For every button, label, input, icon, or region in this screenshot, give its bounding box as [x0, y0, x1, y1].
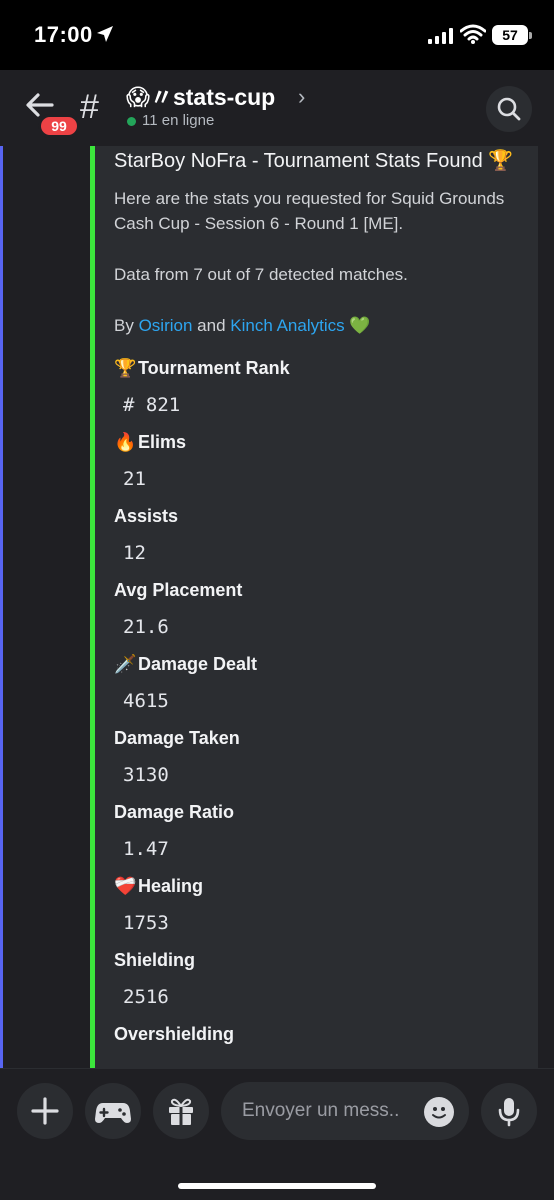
search-button[interactable] [486, 86, 532, 132]
hash-icon: # [80, 88, 99, 126]
channel-header: 99 # 😱〃stats-cup › 11 en ligne [0, 70, 554, 146]
battery-indicator: 57 [492, 25, 532, 45]
field-label: Overshielding [114, 1024, 235, 1044]
smiley-icon [432, 1107, 446, 1119]
field-value: 1.47 [123, 838, 169, 860]
field-name: Assists [114, 498, 538, 535]
plus-icon [31, 1097, 59, 1125]
field-name: 🏆Tournament Rank [114, 350, 538, 387]
field-value: 1753 [123, 912, 169, 934]
add-attachment-button[interactable] [17, 1083, 73, 1139]
field-value: 21.6 [123, 616, 169, 638]
home-indicator [178, 1183, 376, 1189]
field-name: Shielding [114, 942, 538, 979]
field-label: Damage Taken [114, 728, 240, 748]
stats-embed: StarBoy NoFra - Tournament Stats Found 🏆… [90, 146, 538, 1068]
new-messages-rail [0, 146, 3, 1068]
field-emoji-icon: ❤️‍🩹 [114, 876, 137, 896]
field-name: 🗡️Damage Dealt [114, 646, 538, 683]
field-name: Overshielding [114, 1016, 538, 1053]
embed-credit: By Osirion and Kinch Analytics 💚 [114, 313, 538, 338]
search-icon [497, 97, 521, 121]
composer-bar [0, 1068, 554, 1200]
field-label: Tournament Rank [138, 358, 290, 378]
embed-fields: 🏆Tournament Rank # 821 🔥Elims 21 Assists 12 Av… [114, 350, 538, 1053]
field-emoji-icon: 🏆 [114, 358, 137, 378]
osirion-link[interactable]: Osirion [139, 316, 193, 335]
field-value: 3130 [123, 764, 169, 786]
field-value: 4615 [123, 690, 169, 712]
embed-title: StarBoy NoFra - Tournament Stats Found 🏆 [114, 150, 514, 172]
voice-message-button[interactable] [481, 1083, 537, 1139]
field-label: Healing [138, 876, 204, 896]
field-emoji-icon: 🔥 [114, 432, 137, 452]
microphone-icon [498, 1098, 520, 1127]
gift-icon [169, 1098, 193, 1125]
field-label: Shielding [114, 950, 195, 970]
field-label: Damage Dealt [138, 654, 258, 674]
unread-badge: 99 [38, 114, 80, 138]
emoji-picker-button[interactable] [424, 1097, 454, 1127]
field-name: Avg Placement [114, 572, 538, 609]
credit-prefix: By [114, 316, 134, 335]
field-label: Assists [114, 506, 179, 526]
cellular-signal-icon [428, 28, 454, 44]
embed-description: Here are the stats you requested for Squ… [114, 189, 505, 233]
field-value: 21 [123, 468, 146, 490]
field-label: Elims [138, 432, 187, 452]
credit-and: and [197, 316, 226, 335]
field-label: Avg Placement [114, 580, 243, 600]
gift-button[interactable] [153, 1083, 209, 1139]
status-bar: 17:00 57 [0, 0, 554, 70]
online-count: 11 en ligne [142, 112, 215, 129]
activities-button[interactable] [85, 1083, 141, 1139]
field-name: ❤️‍🩹Healing [114, 868, 538, 905]
chevron-right-icon[interactable]: › [298, 84, 305, 110]
gamepad-icon [95, 1103, 131, 1123]
embed-data-line: Data from 7 out of 7 detected matches. [114, 265, 408, 284]
field-name: Damage Taken [114, 720, 538, 757]
status-time: 17:00 [34, 22, 93, 47]
green-heart-icon: 💚 [349, 316, 371, 335]
field-emoji-icon: 🗡️ [114, 654, 137, 674]
field-name: 🔥Elims [114, 424, 538, 461]
channel-name[interactable]: 😱〃stats-cup [126, 78, 275, 112]
online-status-dot [127, 117, 136, 126]
wifi-icon [460, 24, 486, 44]
message-list[interactable]: StarBoy NoFra - Tournament Stats Found 🏆… [0, 146, 554, 1068]
field-value: # 821 [123, 394, 181, 416]
location-arrow-icon [96, 25, 114, 43]
field-value: 12 [123, 542, 146, 564]
field-name: Damage Ratio [114, 794, 538, 831]
field-label: Damage Ratio [114, 802, 235, 822]
kinch-analytics-link[interactable]: Kinch Analytics [230, 316, 344, 335]
field-value: 2516 [123, 986, 169, 1008]
